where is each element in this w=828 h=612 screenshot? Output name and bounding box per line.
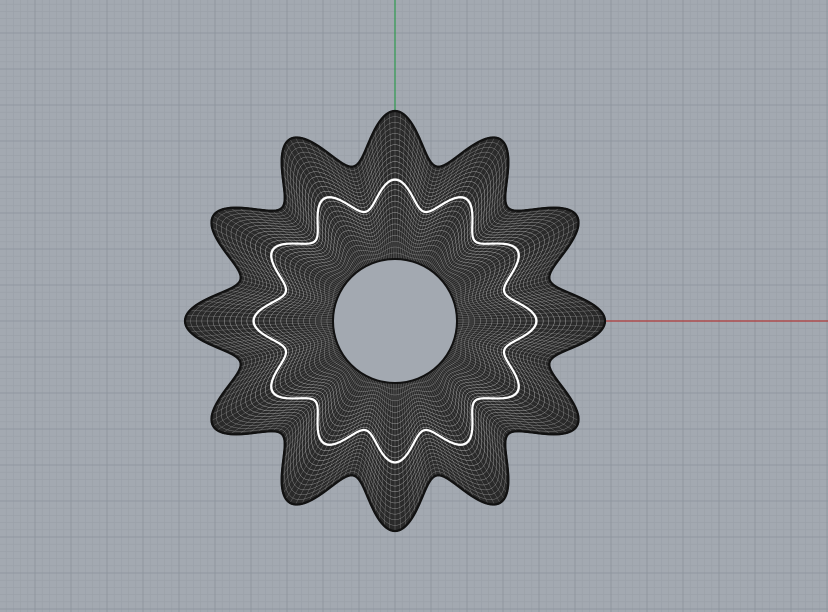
viewport-canvas[interactable] [0,0,828,612]
mesh-center-hole [332,258,458,384]
top-viewport[interactable] [0,0,828,612]
